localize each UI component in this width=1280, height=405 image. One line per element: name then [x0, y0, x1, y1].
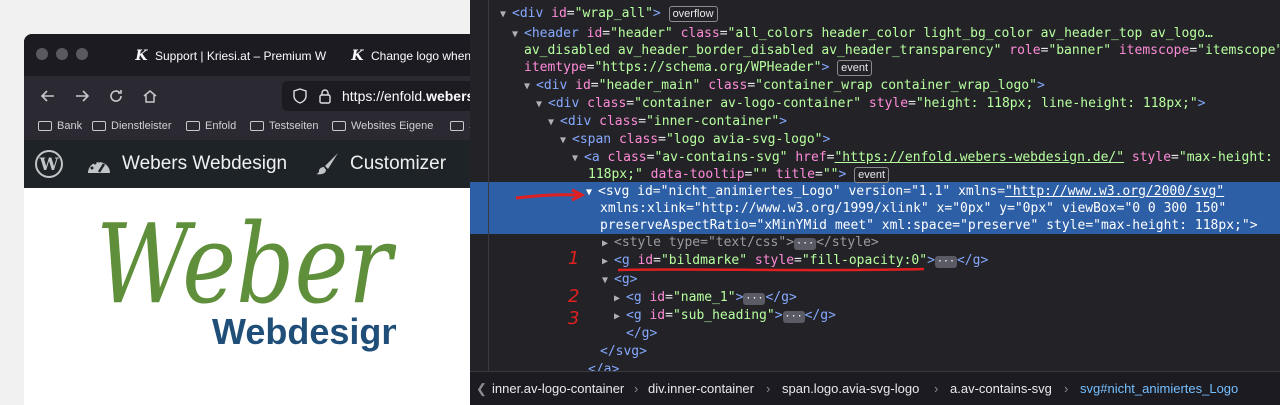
shield-icon[interactable] — [292, 88, 308, 104]
devtools-inspector: ▼ <div id="wrap_all"> overflow ▼ <header i… — [470, 0, 1280, 405]
markup-line-logo-span[interactable]: ▼ <span class="logo avia-svg-logo"> — [560, 130, 830, 150]
dashboard-gauge-icon — [88, 159, 110, 173]
wp-admin-bar: W Webers Webdesign Customizer — [24, 140, 470, 188]
collapse-triangle-icon[interactable]: ▶ — [602, 252, 614, 272]
site-name-menu[interactable]: Webers Webdesign — [86, 140, 287, 188]
expand-triangle-icon[interactable]: ▼ — [586, 183, 598, 203]
breadcrumb-item[interactable]: a.av-contains-svg — [950, 381, 1052, 396]
breadcrumb-item[interactable]: div.inner-container — [648, 381, 754, 396]
breadcrumb-item[interactable]: inner.av-logo-container — [492, 381, 624, 396]
kriesi-favicon-icon: K — [351, 48, 364, 64]
bookmarks-toolbar: Bank Dienstleister Enfold Testseiten Web… — [24, 116, 470, 140]
breadcrumb-separator-icon: › — [634, 381, 639, 396]
expand-triangle-icon[interactable]: ▼ — [536, 95, 548, 115]
expand-triangle-icon[interactable]: ▼ — [602, 271, 614, 291]
breadcrumb-scroll-left-icon[interactable]: ❮ — [476, 381, 487, 397]
collapsed-content-button[interactable]: ··· — [934, 256, 957, 268]
bookmark-testseiten[interactable]: Testseiten — [250, 120, 319, 132]
markup-line-g-close: </g> — [626, 326, 658, 341]
home-button[interactable] — [140, 86, 160, 106]
collapsed-content-button[interactable]: ··· — [782, 311, 805, 323]
wordpress-menu[interactable]: W — [34, 140, 64, 188]
expand-triangle-icon[interactable]: ▼ — [560, 131, 572, 151]
markup-line-sub-heading[interactable]: ▶ <g id="sub_heading"> ··· </g> — [614, 306, 836, 326]
markup-line-inner-container[interactable]: ▼ <div class="inner-container"> — [548, 112, 787, 132]
markup-line-logo-container[interactable]: ▼ <div class="container av-logo-container… — [536, 94, 1205, 114]
back-button[interactable] — [38, 86, 58, 106]
red-underline-annotation — [617, 267, 925, 272]
folder-icon — [38, 121, 52, 131]
bookmark-bank[interactable]: Bank — [38, 120, 82, 132]
minimize-window-button[interactable] — [56, 48, 68, 60]
tab-title: Support | Kriesi.at – Premium W — [155, 49, 327, 63]
page-content: Weber Webdesign — [24, 188, 470, 405]
collapsed-content-button[interactable]: ··· — [794, 238, 817, 250]
event-badge[interactable]: event — [854, 167, 890, 183]
browser-navbar: https://enfold.webers — [24, 76, 470, 116]
markup-line-style[interactable]: ▶ <style type="text/css"> ··· </style> — [602, 233, 879, 253]
markup-line-header-main[interactable]: ▼ <div id="header_main" class="container_… — [524, 76, 1045, 96]
tab-title: Change logo when — [371, 49, 470, 63]
logo-name-script: Weber — [96, 200, 396, 328]
annotation-number-1: 1 — [568, 248, 580, 269]
forward-button[interactable] — [72, 86, 92, 106]
href-link[interactable]: "https://enfold.webers-webdesign.de/" — [834, 150, 1124, 165]
overflow-badge[interactable]: overflow — [668, 6, 718, 22]
folder-icon — [450, 121, 464, 131]
collapse-triangle-icon[interactable]: ▶ — [614, 307, 626, 327]
bookmark-overflow[interactable]: S — [450, 120, 470, 132]
folder-icon — [186, 121, 200, 131]
webers-webdesign-logo[interactable]: Weber Webdesign — [96, 194, 396, 354]
expand-triangle-icon[interactable]: ▼ — [512, 25, 524, 45]
expand-triangle-icon[interactable]: ▼ — [500, 5, 512, 25]
breadcrumb-separator-icon: › — [934, 381, 939, 396]
breadcrumb-separator-icon: › — [1064, 381, 1069, 396]
folder-icon — [250, 121, 264, 131]
tab-support-kriesi[interactable]: K Support | Kriesi.at – Premium W — [134, 40, 334, 72]
browser-window: K Support | Kriesi.at – Premium W K Chan… — [24, 34, 470, 405]
url-bar[interactable]: https://enfold.webers — [282, 81, 470, 111]
event-badge[interactable]: event — [837, 60, 873, 76]
breadcrumb-item-active[interactable]: svg#nicht_animiertes_Logo — [1080, 381, 1238, 396]
breadcrumb-bar: ❮ inner.av-logo-container › div.inner-co… — [470, 371, 1280, 405]
bookmark-dienstleister[interactable]: Dienstleister — [92, 120, 172, 132]
url-text: https://enfold.webers — [342, 88, 470, 104]
paintbrush-icon — [316, 153, 338, 175]
folder-icon — [332, 121, 346, 131]
svg-text:W: W — [38, 155, 59, 175]
home-icon — [143, 90, 157, 103]
indent-guide — [488, 0, 489, 371]
expand-triangle-icon[interactable]: ▼ — [548, 113, 560, 133]
forward-arrow-icon — [76, 90, 90, 102]
markup-line-header-cont2: itemtype="https://schema.org/WPHeader"> … — [524, 58, 873, 78]
annotation-number-2: 2 — [568, 286, 580, 307]
breadcrumb-separator-icon: › — [766, 381, 771, 396]
bookmark-websites-eigene[interactable]: Websites Eigene — [332, 120, 433, 132]
zoom-window-button[interactable] — [76, 48, 88, 60]
breadcrumb-item[interactable]: span.logo.avia-svg-logo — [782, 381, 919, 396]
markup-line-svg-close: </svg> — [600, 344, 647, 359]
close-window-button[interactable] — [36, 48, 48, 60]
annotation-number-3: 3 — [568, 308, 580, 329]
reload-icon — [110, 90, 122, 102]
lock-icon[interactable] — [318, 88, 332, 104]
collapsed-content-button[interactable]: ··· — [743, 293, 766, 305]
tab-change-logo[interactable]: K Change logo when — [350, 40, 470, 72]
markup-line-name-1[interactable]: ▶ <g id="name_1"> ··· </g> — [614, 288, 797, 308]
kriesi-favicon-icon: K — [135, 48, 148, 64]
markup-line-wrap-all[interactable]: ▼ <div id="wrap_all"> overflow — [500, 4, 718, 24]
logo-subheading: Webdesign — [212, 311, 396, 352]
customizer-link[interactable]: Customizer — [314, 140, 446, 188]
browser-titlebar: K Support | Kriesi.at – Premium W K Chan… — [24, 34, 470, 76]
bookmark-enfold[interactable]: Enfold — [186, 120, 236, 132]
expand-triangle-icon[interactable]: ▼ — [524, 77, 536, 97]
expand-triangle-icon[interactable]: ▼ — [572, 149, 584, 169]
back-arrow-icon — [40, 90, 54, 102]
reload-button[interactable] — [106, 86, 126, 106]
wordpress-logo-icon: W — [35, 150, 63, 178]
red-arrow-annotation — [515, 188, 586, 202]
folder-icon — [92, 121, 106, 131]
